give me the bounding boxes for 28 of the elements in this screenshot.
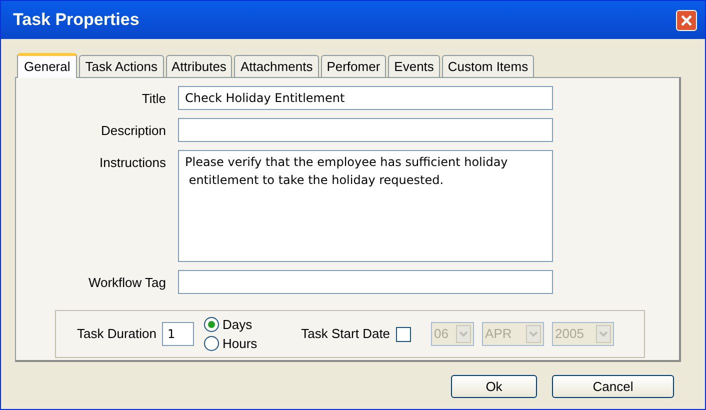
field-label: Workflow Tag: [87, 274, 166, 292]
radio-label: Hours: [222, 334, 258, 353]
input-field[interactable]: 1: [162, 322, 194, 346]
tab[interactable]: Perfomer: [320, 55, 386, 77]
radio-label: Days: [222, 316, 252, 334]
dialog-button[interactable]: Cancel: [552, 375, 674, 398]
field-label: Description: [100, 122, 166, 140]
field-label: Task Start Date: [301, 325, 390, 344]
tab[interactable]: Events: [388, 55, 440, 77]
text-area[interactable]: Please verify that the employee has sufficient holiday entitlement to take the holiday requested.: [178, 150, 553, 262]
dialog-button[interactable]: Ok: [451, 375, 537, 398]
window-title: Task Properties: [12, 9, 140, 32]
close-icon: [680, 14, 693, 26]
tab[interactable]: Task Actions: [79, 55, 164, 77]
input-field[interactable]: [178, 118, 553, 142]
field-label: Title: [140, 90, 166, 108]
checkbox[interactable]: [396, 326, 412, 342]
tab[interactable]: Attachments: [234, 55, 319, 77]
field-label: Instructions: [98, 154, 166, 172]
close-button[interactable]: [676, 10, 697, 30]
radio-button[interactable]: [204, 336, 220, 351]
radio-button[interactable]: [204, 317, 220, 332]
input-field[interactable]: Check Holiday Entitlement: [178, 86, 553, 110]
field-label: Task Duration: [77, 325, 156, 344]
tab[interactable]: Attributes: [166, 55, 232, 77]
input-field[interactable]: [178, 270, 553, 294]
tab[interactable]: Custom Items: [442, 55, 534, 77]
tab[interactable]: General: [17, 53, 78, 78]
